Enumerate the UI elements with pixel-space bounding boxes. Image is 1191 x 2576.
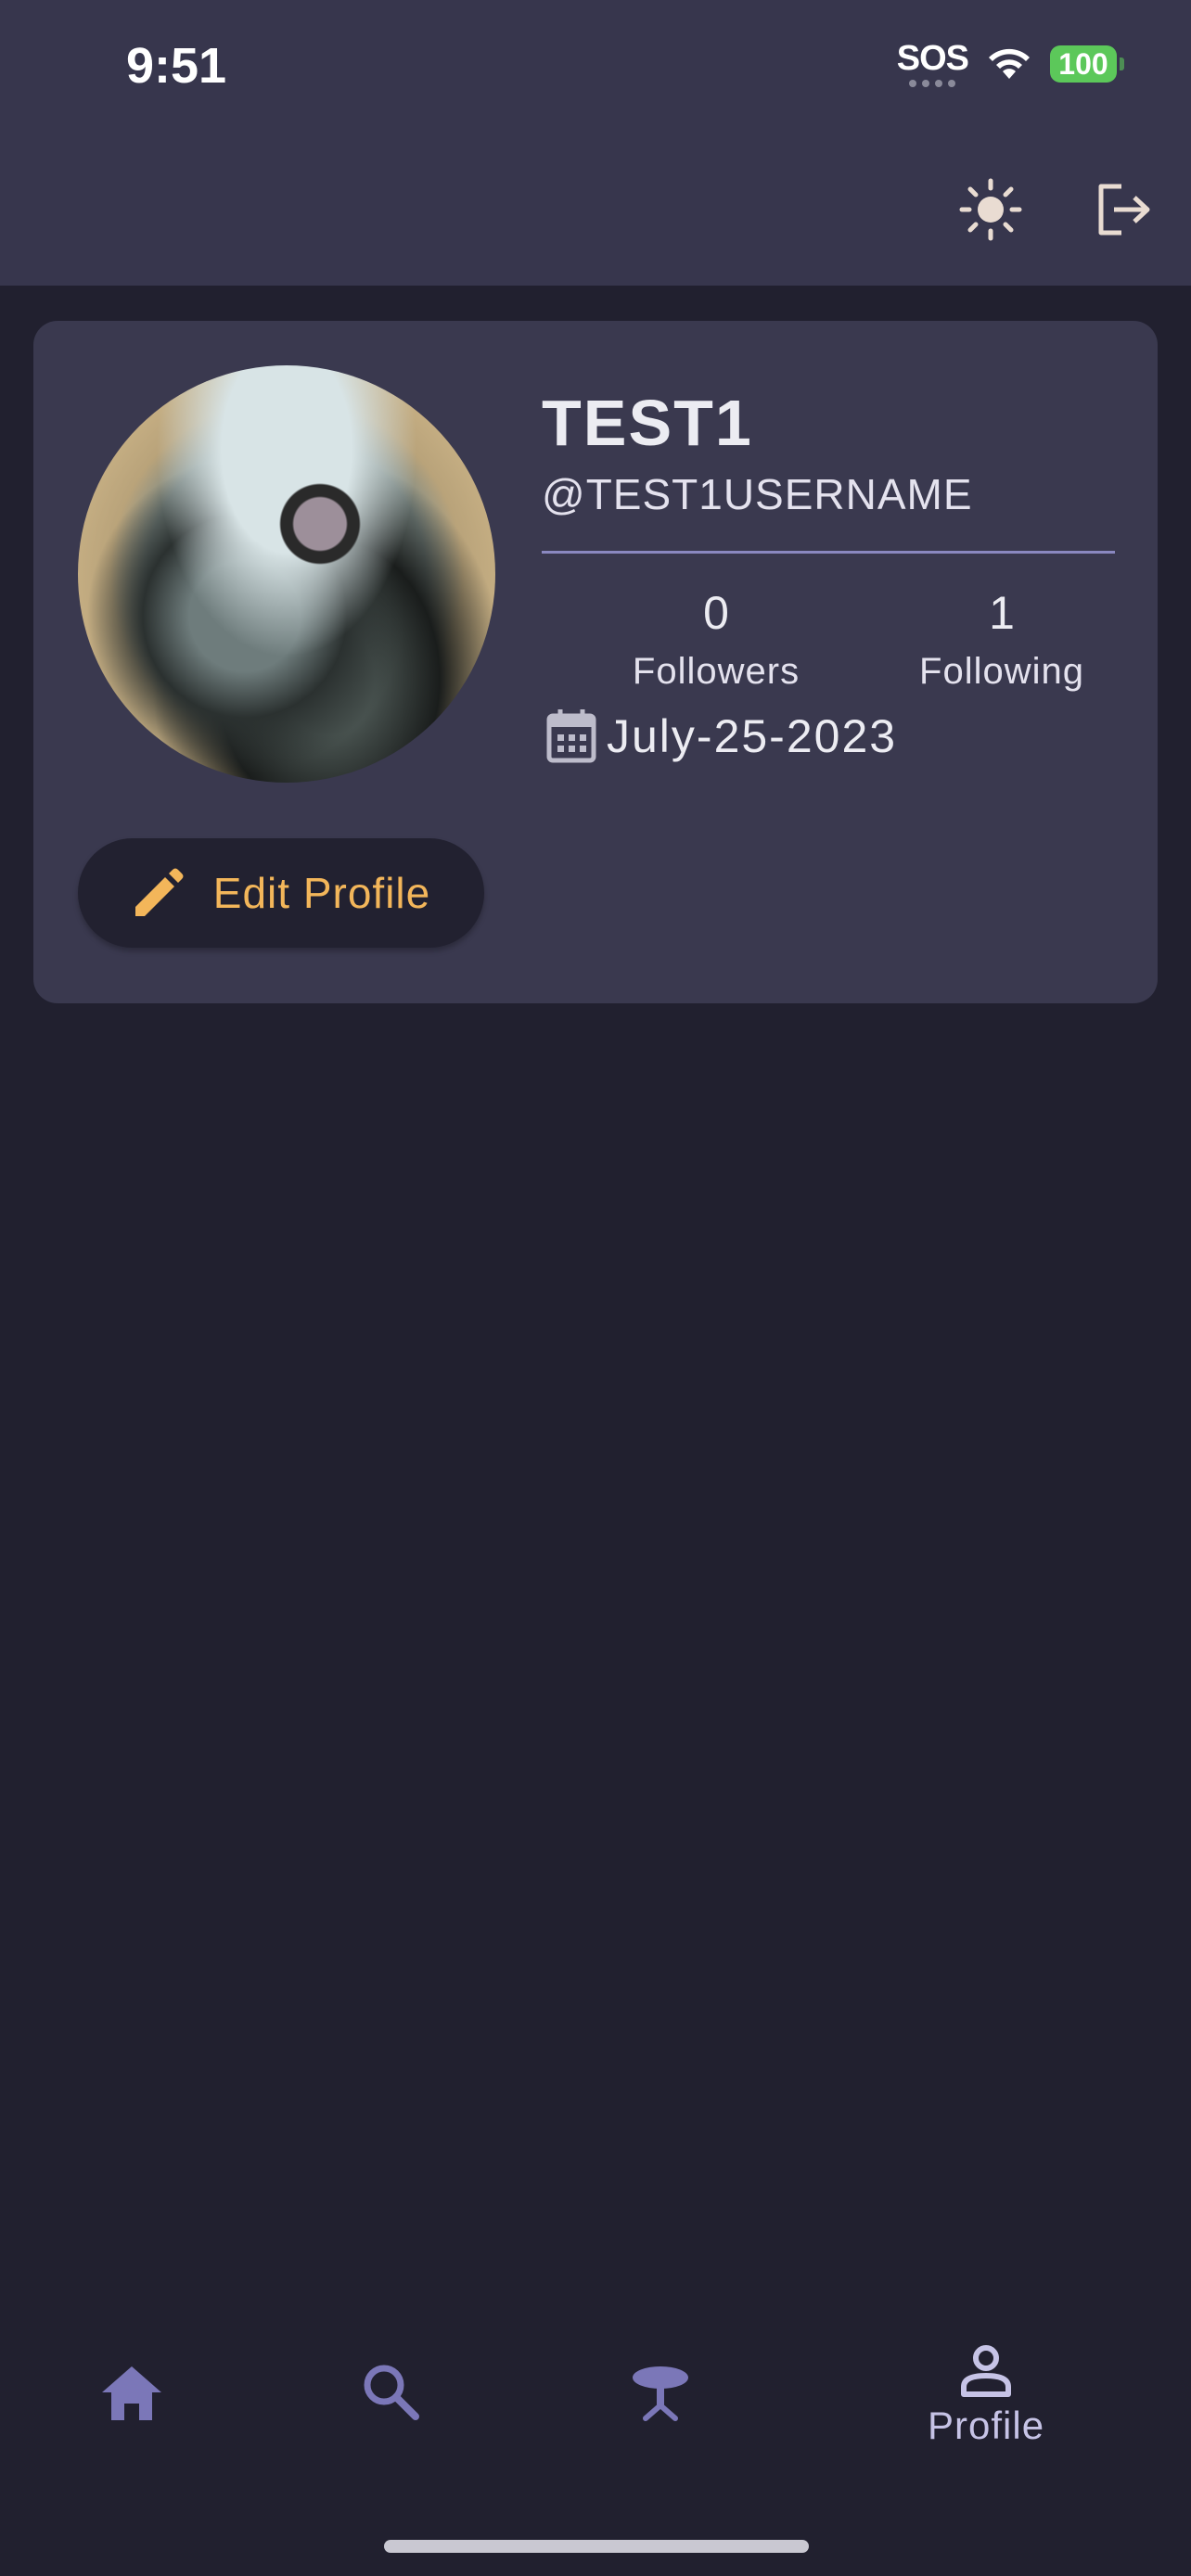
profile-divider [542, 551, 1115, 554]
logout-icon [1098, 184, 1150, 236]
following-label: Following [919, 651, 1084, 692]
nav-home[interactable] [95, 2361, 169, 2426]
wifi-icon [989, 48, 1030, 79]
sos-label: SOS [896, 39, 969, 78]
joined-date: July-25-2023 [607, 710, 898, 762]
profile-username: @TEST1USERNAME [542, 470, 973, 518]
profile-display-name: TEST1 [542, 387, 753, 459]
calendar-icon [546, 709, 596, 763]
nav-profile[interactable]: Profile [928, 2342, 1044, 2448]
app-header: 9:51 SOS 100 [0, 0, 1191, 286]
followers-stat[interactable]: 0 Followers [596, 586, 837, 693]
followers-label: Followers [632, 651, 800, 692]
avatar[interactable] [78, 365, 495, 783]
sun-icon [959, 178, 1022, 241]
following-count: 1 [989, 587, 1015, 639]
person-icon [961, 2345, 1012, 2397]
edit-profile-label: Edit Profile [212, 869, 431, 917]
nav-table[interactable] [627, 2359, 694, 2424]
joined-date-row: July-25-2023 [544, 707, 897, 766]
logout-button[interactable] [1087, 172, 1161, 247]
nav-search[interactable] [358, 2359, 423, 2424]
pencil-icon [134, 868, 184, 916]
status-indicators: SOS 100 [896, 39, 1124, 87]
bottom-navigation: Profile [0, 2318, 1191, 2504]
home-indicator [384, 2540, 809, 2553]
profile-card: TEST1 @TEST1USERNAME 0 Followers 1 Follo… [33, 321, 1158, 1003]
nav-profile-label: Profile [928, 2404, 1045, 2447]
theme-toggle-button[interactable] [954, 172, 1028, 247]
battery-icon: 100 [1050, 45, 1124, 83]
sos-indicator: SOS [896, 39, 969, 87]
table-icon [633, 2366, 688, 2421]
edit-profile-button[interactable]: Edit Profile [78, 838, 484, 948]
following-stat[interactable]: 1 Following [881, 586, 1122, 693]
followers-count: 0 [703, 587, 729, 639]
search-icon [364, 2365, 419, 2420]
home-icon [102, 2366, 161, 2420]
signal-dots [909, 80, 956, 87]
status-time: 9:51 [126, 38, 227, 94]
